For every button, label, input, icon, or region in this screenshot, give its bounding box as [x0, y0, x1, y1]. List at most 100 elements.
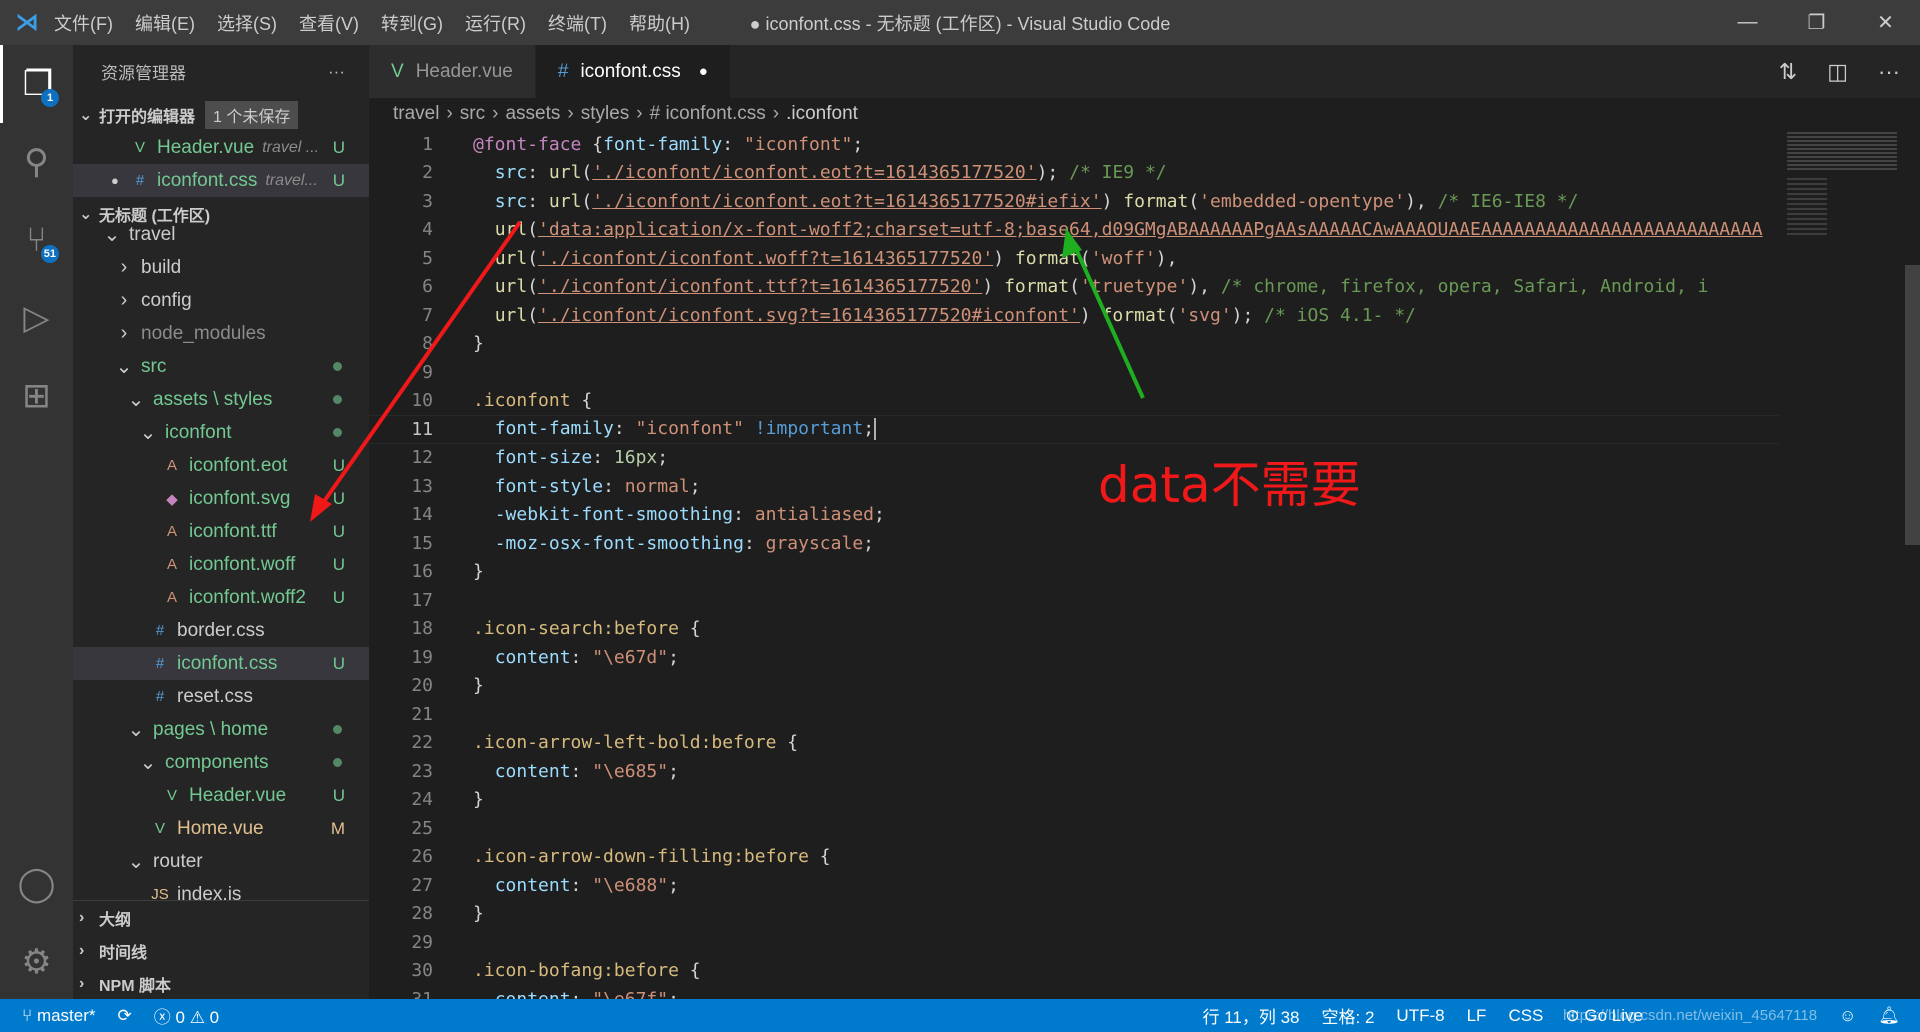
tree-item[interactable]: JS index.js: [73, 878, 369, 901]
search-icon[interactable]: ⚲: [0, 123, 73, 201]
sidebar-section[interactable]: › 时间线: [73, 934, 369, 967]
code-line[interactable]: 14 -webkit-font-smoothing: antialiased;: [369, 501, 1779, 530]
code-line[interactable]: 17: [369, 586, 1779, 615]
code-line[interactable]: 30 .icon-bofang:before {: [369, 957, 1779, 986]
menu-item[interactable]: 文件(F): [54, 14, 113, 34]
more-actions-icon[interactable]: ···: [1878, 59, 1900, 85]
code-line[interactable]: 1 @font-face {font-family: "iconfont";: [369, 130, 1779, 159]
tree-item[interactable]: ⌄ components: [73, 746, 369, 779]
language-mode[interactable]: CSS: [1508, 1006, 1543, 1026]
code-line[interactable]: 20}: [369, 672, 1779, 701]
tree-item[interactable]: V Header.vue U: [73, 779, 369, 812]
chevron-down-icon[interactable]: ⌄: [137, 750, 159, 775]
chevron-right-icon[interactable]: ›: [113, 289, 135, 312]
menu-item[interactable]: 运行(R): [465, 14, 526, 34]
chevron-down-icon[interactable]: ⌄: [101, 222, 123, 247]
breadcrumb-item[interactable]: travel: [393, 103, 439, 125]
menu-item[interactable]: 终端(T): [548, 14, 607, 34]
open-editor-item[interactable]: V Header.vue travel ... U: [73, 131, 369, 164]
tree-item[interactable]: ⌄ iconfont: [73, 416, 369, 449]
dirty-dot-icon[interactable]: ●: [111, 173, 129, 188]
tree-item[interactable]: Aiconfont.eot U: [73, 449, 369, 482]
breadcrumb-item[interactable]: assets: [505, 103, 560, 125]
code-line[interactable]: 21: [369, 700, 1779, 729]
split-editor-icon[interactable]: ◫: [1827, 59, 1848, 85]
chevron-down-icon[interactable]: ⌄: [125, 717, 147, 742]
code-line[interactable]: 25: [369, 814, 1779, 843]
tree-item[interactable]: › node_modules: [73, 317, 369, 350]
tree-item[interactable]: Aiconfont.woff2 U: [73, 581, 369, 614]
code-line[interactable]: 31 content: "\e67f";: [369, 985, 1779, 999]
gear-icon[interactable]: ⚙: [0, 923, 73, 1001]
code-line[interactable]: 9: [369, 358, 1779, 387]
chevron-down-icon[interactable]: ⌄: [137, 420, 159, 445]
open-editors-section[interactable]: ⌄ 打开的编辑器 1 个未保存: [73, 98, 369, 131]
tree-item[interactable]: ⌄ router: [73, 845, 369, 878]
account-icon[interactable]: ◯: [0, 845, 73, 923]
code-line[interactable]: 28}: [369, 900, 1779, 929]
menu-item[interactable]: 编辑(E): [135, 14, 195, 34]
code-line[interactable]: 11 font-family: "iconfont" !important;: [369, 415, 1779, 444]
dirty-dot-icon[interactable]: ●: [699, 63, 708, 80]
scrollbar-thumb[interactable]: [1905, 265, 1920, 545]
code-line[interactable]: 22 .icon-arrow-left-bold:before {: [369, 729, 1779, 758]
tree-item[interactable]: # border.css: [73, 614, 369, 647]
source-control-icon[interactable]: ⑂ 51: [0, 201, 73, 279]
code-line[interactable]: 27 content: "\e688";: [369, 871, 1779, 900]
breadcrumb-item[interactable]: src: [460, 103, 485, 125]
tree-item[interactable]: ⌄ assets \ styles: [73, 383, 369, 416]
chevron-right-icon[interactable]: ›: [113, 256, 135, 279]
tree-item[interactable]: › build: [73, 251, 369, 284]
code-line[interactable]: 7 url('./iconfont/iconfont.svg?t=1614365…: [369, 301, 1779, 330]
code-line[interactable]: 29: [369, 928, 1779, 957]
code-line[interactable]: 2 src: url('./iconfont/iconfont.eot?t=16…: [369, 159, 1779, 188]
breadcrumb-item[interactable]: # iconfont.css: [650, 103, 766, 125]
code-line[interactable]: 5 url('./iconfont/iconfont.woff?t=161436…: [369, 244, 1779, 273]
code-line[interactable]: 26 .icon-arrow-down-filling:before {: [369, 843, 1779, 872]
cursor-position[interactable]: 行 11，列 38: [1203, 1003, 1300, 1028]
run-debug-icon[interactable]: ▷: [0, 279, 73, 357]
explorer-icon[interactable]: ❐ 1: [0, 45, 73, 123]
code-line[interactable]: 8}: [369, 330, 1779, 359]
more-actions-icon[interactable]: ···: [328, 62, 345, 82]
chevron-down-icon[interactable]: ⌄: [125, 849, 147, 874]
breadcrumb-item[interactable]: .iconfont: [786, 103, 858, 125]
open-editor-item[interactable]: ● # iconfont.css travel... U: [73, 164, 369, 197]
code-line[interactable]: 19 content: "\e67d";: [369, 643, 1779, 672]
code-line[interactable]: 23 content: "\e685";: [369, 757, 1779, 786]
tab-iconfont-css[interactable]: # iconfont.css ●: [535, 45, 731, 98]
tree-item[interactable]: ⌄ pages \ home: [73, 713, 369, 746]
breadcrumb-item[interactable]: styles: [581, 103, 630, 125]
code-line[interactable]: 15 -moz-osx-font-smoothing: grayscale;: [369, 529, 1779, 558]
tab-header-vue[interactable]: V Header.vue: [369, 45, 536, 98]
compare-changes-icon[interactable]: ⇅: [1779, 59, 1797, 85]
minimap[interactable]: [1779, 130, 1905, 999]
chevron-down-icon[interactable]: ⌄: [125, 387, 147, 412]
tree-item[interactable]: ⌄ travel: [73, 218, 369, 251]
sync-icon[interactable]: ⟳: [118, 1006, 132, 1026]
encoding[interactable]: UTF-8: [1396, 1006, 1444, 1026]
sidebar-section[interactable]: › NPM 脚本: [73, 967, 369, 1000]
menu-item[interactable]: 查看(V): [299, 14, 359, 34]
restore-icon[interactable]: ❐: [1782, 0, 1851, 45]
code-line[interactable]: 18 .icon-search:before {: [369, 615, 1779, 644]
code-line[interactable]: 6 url('./iconfont/iconfont.ttf?t=1614365…: [369, 273, 1779, 302]
code-line[interactable]: 4 url('data:application/x-font-woff2;cha…: [369, 216, 1779, 245]
tree-item[interactable]: # iconfont.css U: [73, 647, 369, 680]
eol[interactable]: LF: [1467, 1006, 1487, 1026]
tree-item[interactable]: V Home.vue M: [73, 812, 369, 845]
menu-item[interactable]: 帮助(H): [629, 14, 690, 34]
sidebar-section[interactable]: › 大纲: [73, 901, 369, 934]
close-icon[interactable]: ✕: [1851, 0, 1920, 45]
vertical-scrollbar[interactable]: [1905, 130, 1920, 999]
chevron-down-icon[interactable]: ⌄: [113, 354, 135, 379]
branch-indicator[interactable]: ⑂ master*: [22, 1006, 96, 1026]
code-line[interactable]: 24}: [369, 786, 1779, 815]
minimize-icon[interactable]: —: [1713, 0, 1782, 45]
feedback-icon[interactable]: ☺: [1839, 1006, 1856, 1026]
code-line[interactable]: 3 src: url('./iconfont/iconfont.eot?t=16…: [369, 187, 1779, 216]
tree-item[interactable]: ⌄ src: [73, 350, 369, 383]
tree-item[interactable]: › config: [73, 284, 369, 317]
menu-item[interactable]: 转到(G): [381, 14, 443, 34]
tree-item[interactable]: Aiconfont.ttf U: [73, 515, 369, 548]
